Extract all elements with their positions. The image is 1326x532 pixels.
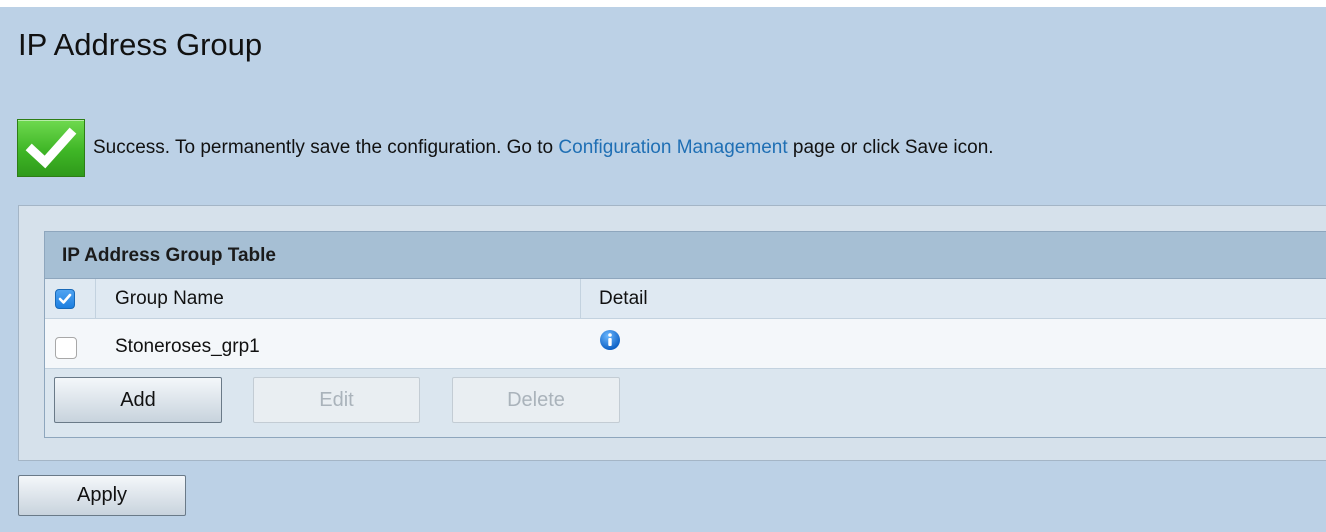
edit-button[interactable]: Edit (253, 377, 420, 423)
success-checkmark-icon (17, 119, 85, 177)
ip-address-group-table: IP Address Group Table Group Name Detail… (44, 231, 1326, 438)
column-header-detail[interactable]: Detail (599, 288, 648, 310)
column-header-group-name[interactable]: Group Name (115, 288, 224, 310)
checkbox-check-icon (58, 293, 72, 304)
table-caption: IP Address Group Table (45, 232, 1326, 279)
success-message: Success. To permanently save the configu… (93, 137, 994, 159)
table-row[interactable]: Stoneroses_grp1 (45, 319, 1326, 369)
row-checkbox[interactable] (55, 337, 77, 359)
group-name-cell: Stoneroses_grp1 (115, 336, 260, 357)
add-button[interactable]: Add (54, 377, 222, 423)
info-icon[interactable] (599, 329, 621, 351)
content-panel: IP Address Group Table Group Name Detail… (18, 205, 1326, 461)
checkmark-icon (25, 127, 77, 169)
success-message-prefix: Success. To permanently save the configu… (93, 137, 559, 158)
delete-button[interactable]: Delete (452, 377, 620, 423)
page-title: IP Address Group (18, 27, 263, 62)
apply-button[interactable]: Apply (18, 475, 186, 516)
success-message-suffix: page or click Save icon. (787, 137, 994, 158)
table-button-bar: Add Edit Delete (45, 369, 1326, 437)
page-root: IP Address Group Success. To permanently… (0, 7, 1326, 532)
select-all-checkbox[interactable] (55, 289, 75, 309)
table-header-row: Group Name Detail (45, 279, 1326, 319)
column-divider (95, 279, 96, 318)
table-caption-text: IP Address Group Table (62, 245, 276, 266)
column-divider (580, 279, 581, 318)
configuration-management-link[interactable]: Configuration Management (558, 137, 787, 158)
